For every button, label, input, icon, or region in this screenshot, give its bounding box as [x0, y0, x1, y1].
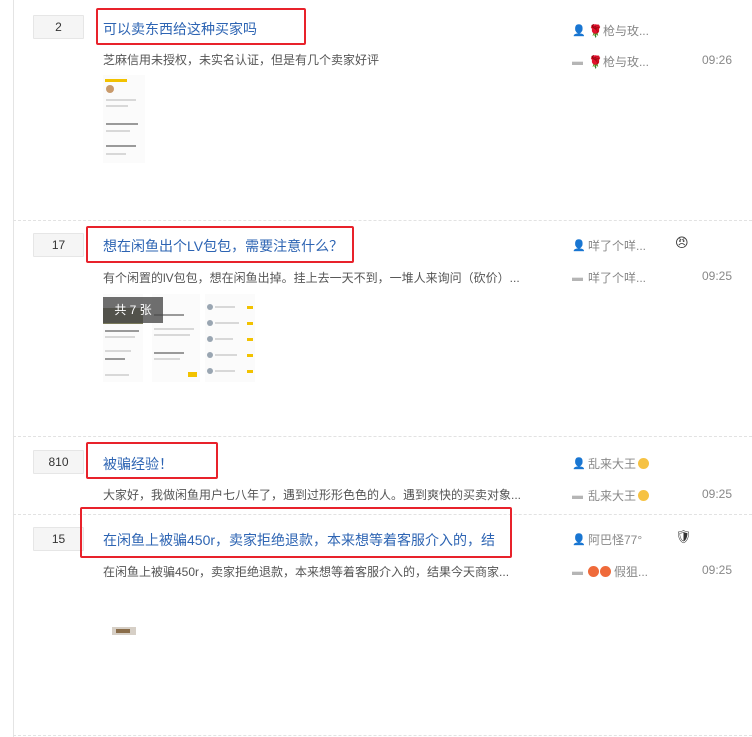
row-divider: [13, 735, 752, 736]
user-icon: 👤: [572, 458, 586, 470]
emoji-icon: [638, 490, 650, 501]
reply-count: 15: [33, 527, 84, 551]
thread-thumbnail[interactable]: [103, 75, 145, 163]
last-reply-time: 09:25: [701, 563, 732, 577]
thread-summary: 在闲鱼上被骗450r，卖家拒绝退款，本来想等着客服介入的，结果今天商家...: [103, 565, 510, 579]
author-name: 乱来大王: [588, 457, 637, 471]
last-reply-time: 09:26: [701, 53, 732, 67]
thread-summary: 大家好，我做闲鱼用户七八年了，遇到过形形色色的人。遇到爽快的买卖对象...: [103, 488, 522, 502]
last-reply-name: 假狙...: [614, 565, 649, 579]
comment-icon: ▬: [572, 565, 583, 578]
thread-thumbnail[interactable]: [108, 622, 140, 640]
emoji-icon: [600, 566, 611, 577]
thread-summary: 有个闲置的lV包包，想在闲鱼出掉。挂上去一天不到，一堆人来询问（砍价）...: [103, 271, 520, 285]
last-reply-name: 🌹枪与玫...: [588, 55, 649, 69]
emoji-icon: [588, 566, 599, 577]
last-reply-time: 09:25: [701, 487, 732, 501]
last-reply-name: 咩了个咩...: [588, 271, 647, 285]
last-reply-user[interactable]: ▬ 🌹枪与玫...: [572, 53, 649, 70]
user-badge-icon: 🛡: [675, 529, 692, 544]
thread-title[interactable]: 被骗经验！: [103, 454, 173, 474]
thread-title[interactable]: 在闲鱼上被骗450r，卖家拒绝退款，本来想等着客服介入的，结: [103, 530, 495, 550]
last-reply-name: 乱来大王: [588, 489, 637, 503]
comment-icon: ▬: [572, 271, 583, 284]
thread-row: 2 可以卖东西给这种买家吗 芝麻信用未授权，未实名认证，但是有几个卖家好评 👤 …: [0, 0, 752, 220]
thread-row: 810 被骗经验！ 大家好，我做闲鱼用户七八年了，遇到过形形色色的人。遇到爽快的…: [0, 436, 752, 514]
user-icon: 👤: [572, 534, 586, 546]
comment-icon: ▬: [572, 55, 583, 68]
thread-author[interactable]: 👤 咩了个咩...: [572, 237, 646, 254]
thread-summary: 芝麻信用未授权，未实名认证，但是有几个卖家好评: [103, 53, 380, 67]
reply-count: 810: [33, 450, 84, 474]
thread-title[interactable]: 想在闲鱼出个LV包包，需要注意什么？: [103, 236, 343, 256]
last-reply-time: 09:25: [701, 269, 732, 283]
last-reply-user[interactable]: ▬ 假狙...: [572, 563, 648, 580]
last-reply-user[interactable]: ▬ 乱来大王: [572, 487, 650, 504]
last-reply-user[interactable]: ▬ 咩了个咩...: [572, 269, 646, 286]
reply-count: 2: [33, 15, 84, 39]
thread-row: 17 想在闲鱼出个LV包包，需要注意什么？ 有个闲置的lV包包，想在闲鱼出掉。挂…: [0, 220, 752, 436]
user-badge-icon: 😠: [675, 235, 689, 250]
thread-author[interactable]: 👤 乱来大王: [572, 455, 650, 472]
author-name: 🌹枪与玫...: [588, 24, 649, 38]
thread-author[interactable]: 👤 🌹枪与玫...: [572, 22, 649, 39]
author-name: 咩了个咩...: [588, 239, 647, 253]
user-icon: 👤: [572, 240, 586, 252]
user-icon: 👤: [572, 25, 586, 37]
thread-author[interactable]: 👤 阿巴怪77°: [572, 531, 642, 548]
thread-row: 15 在闲鱼上被骗450r，卖家拒绝退款，本来想等着客服介入的，结 在闲鱼上被骗…: [0, 507, 752, 737]
emoji-icon: [638, 458, 650, 469]
reply-count: 17: [33, 233, 84, 257]
image-count-overlay[interactable]: 共 7 张: [103, 297, 163, 323]
thread-thumbnail[interactable]: [205, 294, 255, 382]
comment-icon: ▬: [572, 489, 583, 502]
thread-title[interactable]: 可以卖东西给这种买家吗: [103, 19, 257, 39]
author-name: 阿巴怪77°: [588, 533, 643, 547]
